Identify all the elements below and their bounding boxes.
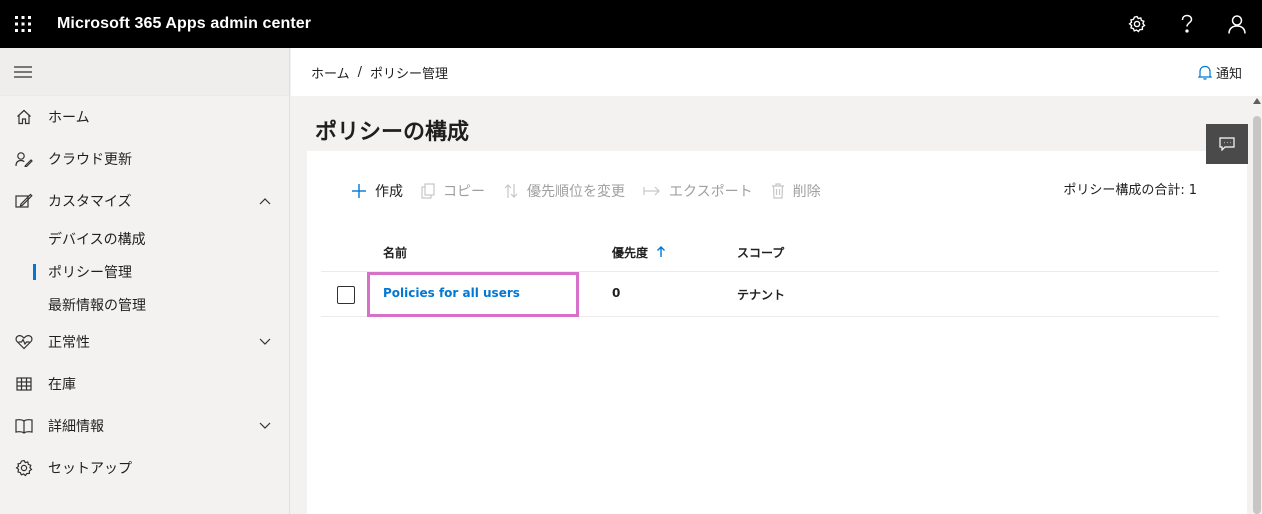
reorder-label: 優先順位を変更 [527, 184, 625, 200]
chevron-down-icon[interactable] [259, 418, 271, 434]
sidebar-subitem-device-config[interactable]: デバイスの構成 [0, 222, 289, 255]
feedback-button[interactable] [1206, 124, 1248, 164]
policy-total-value: 1 [1188, 183, 1197, 198]
sidebar-subitem-label: 最新情報の管理 [48, 297, 146, 314]
copy-button[interactable]: コピー [421, 181, 485, 201]
customize-icon [14, 191, 34, 211]
help-icon[interactable] [1162, 0, 1212, 48]
hamburger-menu-icon[interactable] [0, 48, 289, 96]
sidebar-item-label: 正常性 [48, 335, 90, 351]
breadcrumb-separator: / [357, 64, 363, 80]
column-header-scope[interactable]: スコープ [737, 244, 784, 261]
main-content: ホーム / ポリシー管理 通知 ポリシーの構成 作成 コピー 優先順位を変更 エ… [291, 48, 1262, 514]
delete-button[interactable]: 削除 [771, 181, 821, 201]
sidebar-subitem-label: デバイスの構成 [48, 231, 146, 248]
home-icon [14, 107, 34, 127]
sidebar-subitem-policy-management[interactable]: ポリシー管理 [0, 255, 289, 288]
sidebar-item-health[interactable]: 正常性 [0, 321, 289, 363]
scrollbar-thumb[interactable] [1253, 116, 1261, 514]
sidebar-item-label: 在庫 [48, 377, 76, 393]
sidebar-item-label: 詳細情報 [48, 419, 104, 435]
setup-icon [14, 458, 34, 478]
delete-icon [771, 183, 785, 199]
export-icon [643, 185, 661, 197]
app-title: Microsoft 365 Apps admin center [57, 15, 312, 32]
sidebar-item-learn-more[interactable]: 詳細情報 [0, 405, 289, 447]
column-header-name[interactable]: 名前 [383, 244, 407, 261]
breadcrumb-current: ポリシー管理 [370, 66, 449, 82]
sidebar-item-cloud-update[interactable]: クラウド更新 [0, 138, 289, 180]
cloud-update-icon [14, 149, 34, 169]
reorder-priority-button[interactable]: 優先順位を変更 [503, 181, 625, 201]
delete-label: 削除 [792, 184, 821, 200]
chevron-down-icon[interactable] [259, 334, 271, 350]
inventory-icon [14, 374, 34, 394]
notifications-label: 通知 [1215, 67, 1242, 82]
sidebar-item-label: カスタマイズ [48, 194, 132, 210]
sidebar-item-label: ホーム [48, 110, 90, 126]
scroll-up-arrow-icon[interactable] [1253, 98, 1261, 104]
sidebar-item-home[interactable]: ホーム [0, 96, 289, 138]
notifications-button[interactable]: 通知 [1197, 63, 1242, 82]
sidebar: ホーム クラウド更新 カスタマイズ デバイスの構成 ポリシー管理 最新情報の管理… [0, 48, 290, 514]
copy-icon [421, 183, 435, 199]
settings-icon[interactable] [1112, 0, 1162, 48]
policy-total: ポリシー構成の合計: 1 [1059, 179, 1197, 198]
export-label: エクスポート [669, 184, 753, 200]
row-checkbox[interactable] [337, 286, 355, 304]
policy-priority: 0 [612, 286, 621, 300]
table-row[interactable]: Policies for all users 0 テナント [321, 272, 1219, 317]
sidebar-item-label: クラウド更新 [48, 152, 132, 168]
create-label: 作成 [375, 184, 403, 200]
command-bar: 作成 コピー 優先順位を変更 エクスポート 削除 [351, 181, 839, 201]
chevron-up-icon[interactable] [259, 193, 271, 209]
sidebar-item-label: セットアップ [48, 461, 132, 477]
breadcrumb-home[interactable]: ホーム [311, 63, 350, 82]
sidebar-subitem-label: ポリシー管理 [48, 264, 132, 281]
app-launcher-icon[interactable] [0, 0, 46, 48]
sidebar-item-setup[interactable]: セットアップ [0, 447, 289, 489]
table-header: 名前 優先度 スコープ [321, 231, 1219, 272]
create-button[interactable]: 作成 [351, 181, 403, 201]
sidebar-item-inventory[interactable]: 在庫 [0, 363, 289, 405]
book-icon [14, 416, 34, 436]
policy-total-label: ポリシー構成の合計: [1063, 183, 1185, 198]
highlight-box [367, 272, 579, 317]
column-header-priority-label: 優先度 [612, 246, 649, 260]
policy-scope: テナント [737, 288, 786, 302]
sort-ascending-icon [657, 246, 666, 257]
sidebar-subitem-whats-new[interactable]: 最新情報の管理 [0, 288, 289, 321]
column-header-priority[interactable]: 優先度 [612, 244, 666, 261]
breadcrumb: ホーム / ポリシー管理 通知 [291, 48, 1262, 96]
sort-icon [503, 183, 519, 199]
export-button[interactable]: エクスポート [643, 181, 753, 201]
feedback-icon [1219, 137, 1235, 151]
sidebar-item-customize[interactable]: カスタマイズ [0, 180, 289, 222]
top-bar: Microsoft 365 Apps admin center [0, 0, 1262, 48]
account-icon[interactable] [1212, 0, 1262, 48]
add-icon [351, 183, 367, 199]
policy-card: 作成 コピー 優先順位を変更 エクスポート 削除 ポリシー構成の合計: 1 名前… [307, 151, 1247, 514]
bell-icon [1197, 65, 1212, 80]
page-title: ポリシーの構成 [315, 120, 470, 145]
copy-label: コピー [443, 184, 485, 200]
health-icon [14, 332, 34, 352]
